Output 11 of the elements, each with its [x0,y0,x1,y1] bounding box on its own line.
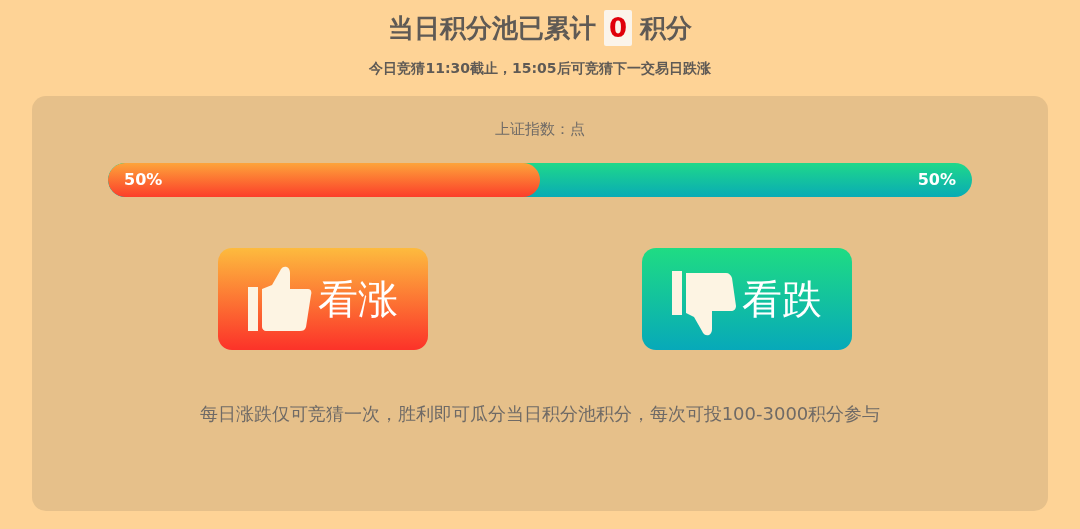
thumbs-up-icon [248,264,312,333]
rules-note: 每日涨跌仅可竞猜一次，胜利即可瓜分当日积分池积分，每次可投100-3000积分参与 [199,402,881,424]
subtitle: 今日竞猜11:30截止，15:05后可竞猜下一交易日跌涨 [369,60,711,76]
title-text: 当日积分池已累计 [387,11,596,45]
up-percent: 50% [124,168,163,191]
bearish-button[interactable]: 看跌 [642,247,852,350]
index-label: 上证指数：点 [495,120,585,138]
title-text: 积分 [640,11,693,45]
down-percent: 50% [917,168,956,191]
pool-counter: 0 [603,10,633,46]
bullish-button[interactable]: 看涨 [218,247,428,350]
